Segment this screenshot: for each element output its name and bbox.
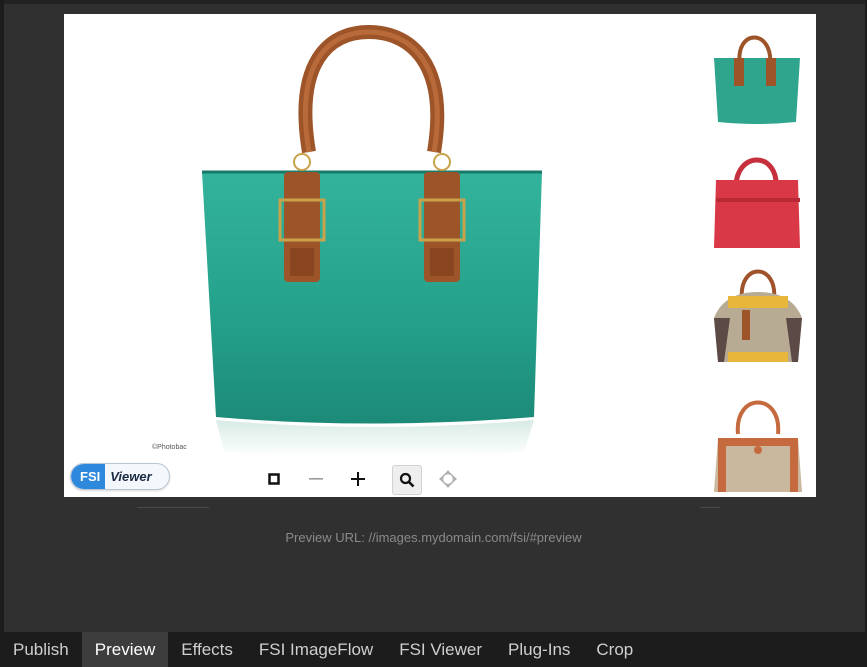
pan-button[interactable] <box>434 465 462 493</box>
zoom-in-button[interactable] <box>344 465 372 493</box>
bottom-tab-bar: Publish Preview Effects FSI ImageFlow FS… <box>0 632 867 667</box>
main-image-stage[interactable]: ©Photobac FSI Viewer <box>64 14 688 497</box>
canvas-bag-image <box>714 400 802 492</box>
reset-button[interactable] <box>260 465 288 493</box>
fsi-viewer[interactable]: ©Photobac FSI Viewer <box>64 14 816 497</box>
tab-plug-ins[interactable]: Plug-Ins <box>495 632 583 667</box>
pan-icon <box>439 470 457 488</box>
logo-viewer-text: Viewer <box>110 469 152 484</box>
thumbnail-red-tote[interactable] <box>696 138 816 250</box>
zoom-out-icon <box>309 478 323 480</box>
stop-icon <box>268 473 280 485</box>
logo-fsi-text: FSI <box>71 464 106 489</box>
preview-url-text: Preview URL: //images.mydomain.com/fsi/#… <box>285 530 582 545</box>
tab-fsi-imageflow[interactable]: FSI ImageFlow <box>246 632 386 667</box>
magnifier-button[interactable] <box>392 465 422 495</box>
copyright-text: ©Photobac <box>152 444 187 451</box>
tab-publish[interactable]: Publish <box>0 632 82 667</box>
beige-bag-image <box>714 269 802 362</box>
fsi-viewer-logo[interactable]: FSI Viewer <box>70 463 170 490</box>
teal-tote-image <box>714 35 800 124</box>
top-strip <box>0 0 867 4</box>
thumbnail-strip <box>696 14 816 497</box>
scroll-indicator-left <box>137 507 209 508</box>
thumbnail-canvas-bag[interactable] <box>696 382 816 494</box>
zoom-out-button[interactable] <box>302 465 330 493</box>
teal-handbag-image <box>202 24 542 457</box>
tab-preview[interactable]: Preview <box>81 632 169 667</box>
zoom-in-icon <box>351 472 365 486</box>
tab-fsi-viewer[interactable]: FSI Viewer <box>386 632 495 667</box>
scroll-indicator-right <box>700 507 720 508</box>
red-tote-image <box>714 157 800 248</box>
tab-effects[interactable]: Effects <box>168 632 246 667</box>
magnifier-icon <box>399 472 415 488</box>
tab-crop[interactable]: Crop <box>583 632 646 667</box>
thumbnail-beige-bag[interactable] <box>696 260 816 372</box>
thumbnail-teal-tote[interactable] <box>696 16 816 128</box>
